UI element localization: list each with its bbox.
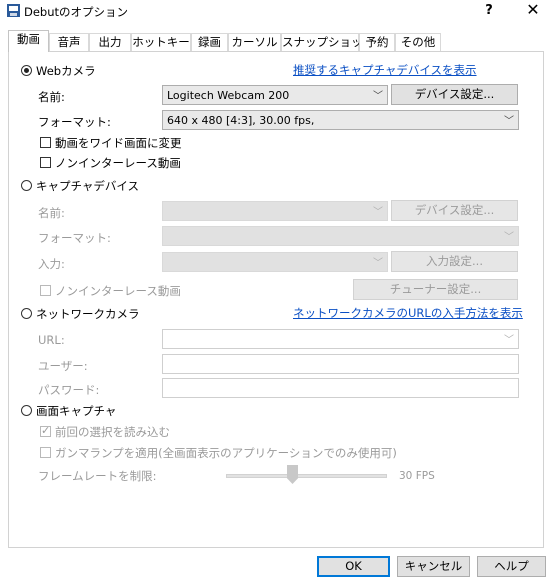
input-settings-button[interactable]: 入力設定... (391, 251, 518, 272)
chevron-down-icon: ﹀ (373, 207, 383, 218)
capture-input-select[interactable]: ﹀ (162, 252, 388, 272)
checkmark-icon: ✓ (41, 424, 51, 437)
capture-input-label: 入力: (38, 257, 65, 271)
framerate-value: 30 FPS (399, 470, 435, 482)
capture-device-radio[interactable] (21, 180, 32, 191)
chevron-down-icon: ﹀ (504, 232, 514, 243)
ok-button[interactable]: OK (317, 556, 390, 577)
webcam-radio[interactable] (21, 65, 32, 76)
tab-video[interactable]: 動画 (8, 30, 49, 52)
widescreen-label[interactable]: 動画をワイド画面に変更 (55, 135, 182, 151)
tab-snapshot[interactable]: スナップショット (281, 33, 374, 51)
close-icon[interactable]: ✕ (518, 0, 548, 20)
load-previous-label[interactable]: 前回の選択を読み込む (55, 424, 170, 440)
capture-format-label: フォーマット: (38, 231, 111, 245)
tab-other[interactable]: その他 (395, 33, 441, 51)
tab-hotkeys[interactable]: ホットキー (131, 33, 191, 51)
screen-capture-radio-label[interactable]: 画面キャプチャ (36, 403, 116, 419)
url-label: URL: (38, 333, 65, 347)
webcam-format-value: 640 x 480 [4:3], 30.00 fps, (167, 114, 315, 127)
webcam-name-value: Logitech Webcam 200 (167, 89, 290, 102)
framerate-limit-label: フレームレートを制限: (38, 469, 157, 483)
app-icon (7, 4, 20, 17)
webcam-noninterlace-label[interactable]: ノンインターレース動画 (55, 155, 181, 171)
recommended-devices-link[interactable]: 推奨するキャプチャデバイスを表示 (293, 62, 477, 78)
capture-noninterlace-checkbox[interactable] (40, 285, 51, 296)
webcam-noninterlace-checkbox[interactable] (40, 157, 51, 168)
gamma-ramp-checkbox[interactable] (40, 447, 51, 458)
capture-noninterlace-label[interactable]: ノンインターレース動画 (55, 283, 181, 299)
password-input[interactable] (162, 378, 519, 398)
help-button[interactable]: ヘルプ (477, 556, 546, 577)
capture-name-label: 名前: (38, 206, 65, 220)
chevron-down-icon: ﹀ (504, 116, 514, 127)
password-label: パスワード: (38, 383, 100, 397)
load-previous-checkbox[interactable]: ✓ (40, 424, 51, 437)
help-icon[interactable]: ? (474, 1, 504, 20)
user-label: ユーザー: (38, 359, 88, 373)
tab-cursor[interactable]: カーソル (228, 33, 281, 51)
tab-schedule[interactable]: 予約 (359, 33, 395, 51)
webcam-format-select[interactable]: 640 x 480 [4:3], 30.00 fps, ﹀ (162, 110, 519, 130)
tab-output[interactable]: 出力 (89, 33, 131, 51)
framerate-slider-track[interactable] (226, 474, 387, 478)
webcam-name-label: 名前: (38, 90, 65, 104)
capture-device-radio-label[interactable]: キャプチャデバイス (36, 178, 139, 194)
chevron-down-icon: ﹀ (373, 258, 383, 269)
cancel-button[interactable]: キャンセル (397, 556, 470, 577)
tuner-settings-button[interactable]: チューナー設定... (353, 279, 518, 300)
webcam-format-label: フォーマット: (38, 115, 111, 129)
gamma-ramp-label[interactable]: ガンマランプを適用(全画面表示のアプリケーションでのみ使用可) (55, 445, 397, 461)
window-title: Debutのオプション (24, 5, 129, 19)
webcam-radio-label[interactable]: Webカメラ (36, 63, 96, 79)
capture-format-select[interactable]: ﹀ (162, 226, 519, 246)
widescreen-checkbox[interactable] (40, 137, 51, 148)
url-combo[interactable]: ﹀ (162, 329, 519, 349)
capture-name-select[interactable]: ﹀ (162, 201, 388, 221)
tab-recording[interactable]: 録画 (191, 33, 228, 51)
user-input[interactable] (162, 354, 519, 374)
webcam-name-select[interactable]: Logitech Webcam 200 ﹀ (162, 85, 388, 105)
webcam-device-settings-button[interactable]: デバイス設定... (391, 84, 518, 105)
network-camera-radio-label[interactable]: ネットワークカメラ (36, 306, 140, 322)
chevron-down-icon: ﹀ (504, 335, 514, 346)
network-camera-url-help-link[interactable]: ネットワークカメラのURLの入手方法を表示 (293, 305, 523, 321)
capture-device-settings-button[interactable]: デバイス設定... (391, 200, 518, 221)
screen-capture-radio[interactable] (21, 405, 32, 416)
tab-audio[interactable]: 音声 (49, 33, 89, 51)
chevron-down-icon: ﹀ (373, 91, 383, 102)
network-camera-radio[interactable] (21, 308, 32, 319)
